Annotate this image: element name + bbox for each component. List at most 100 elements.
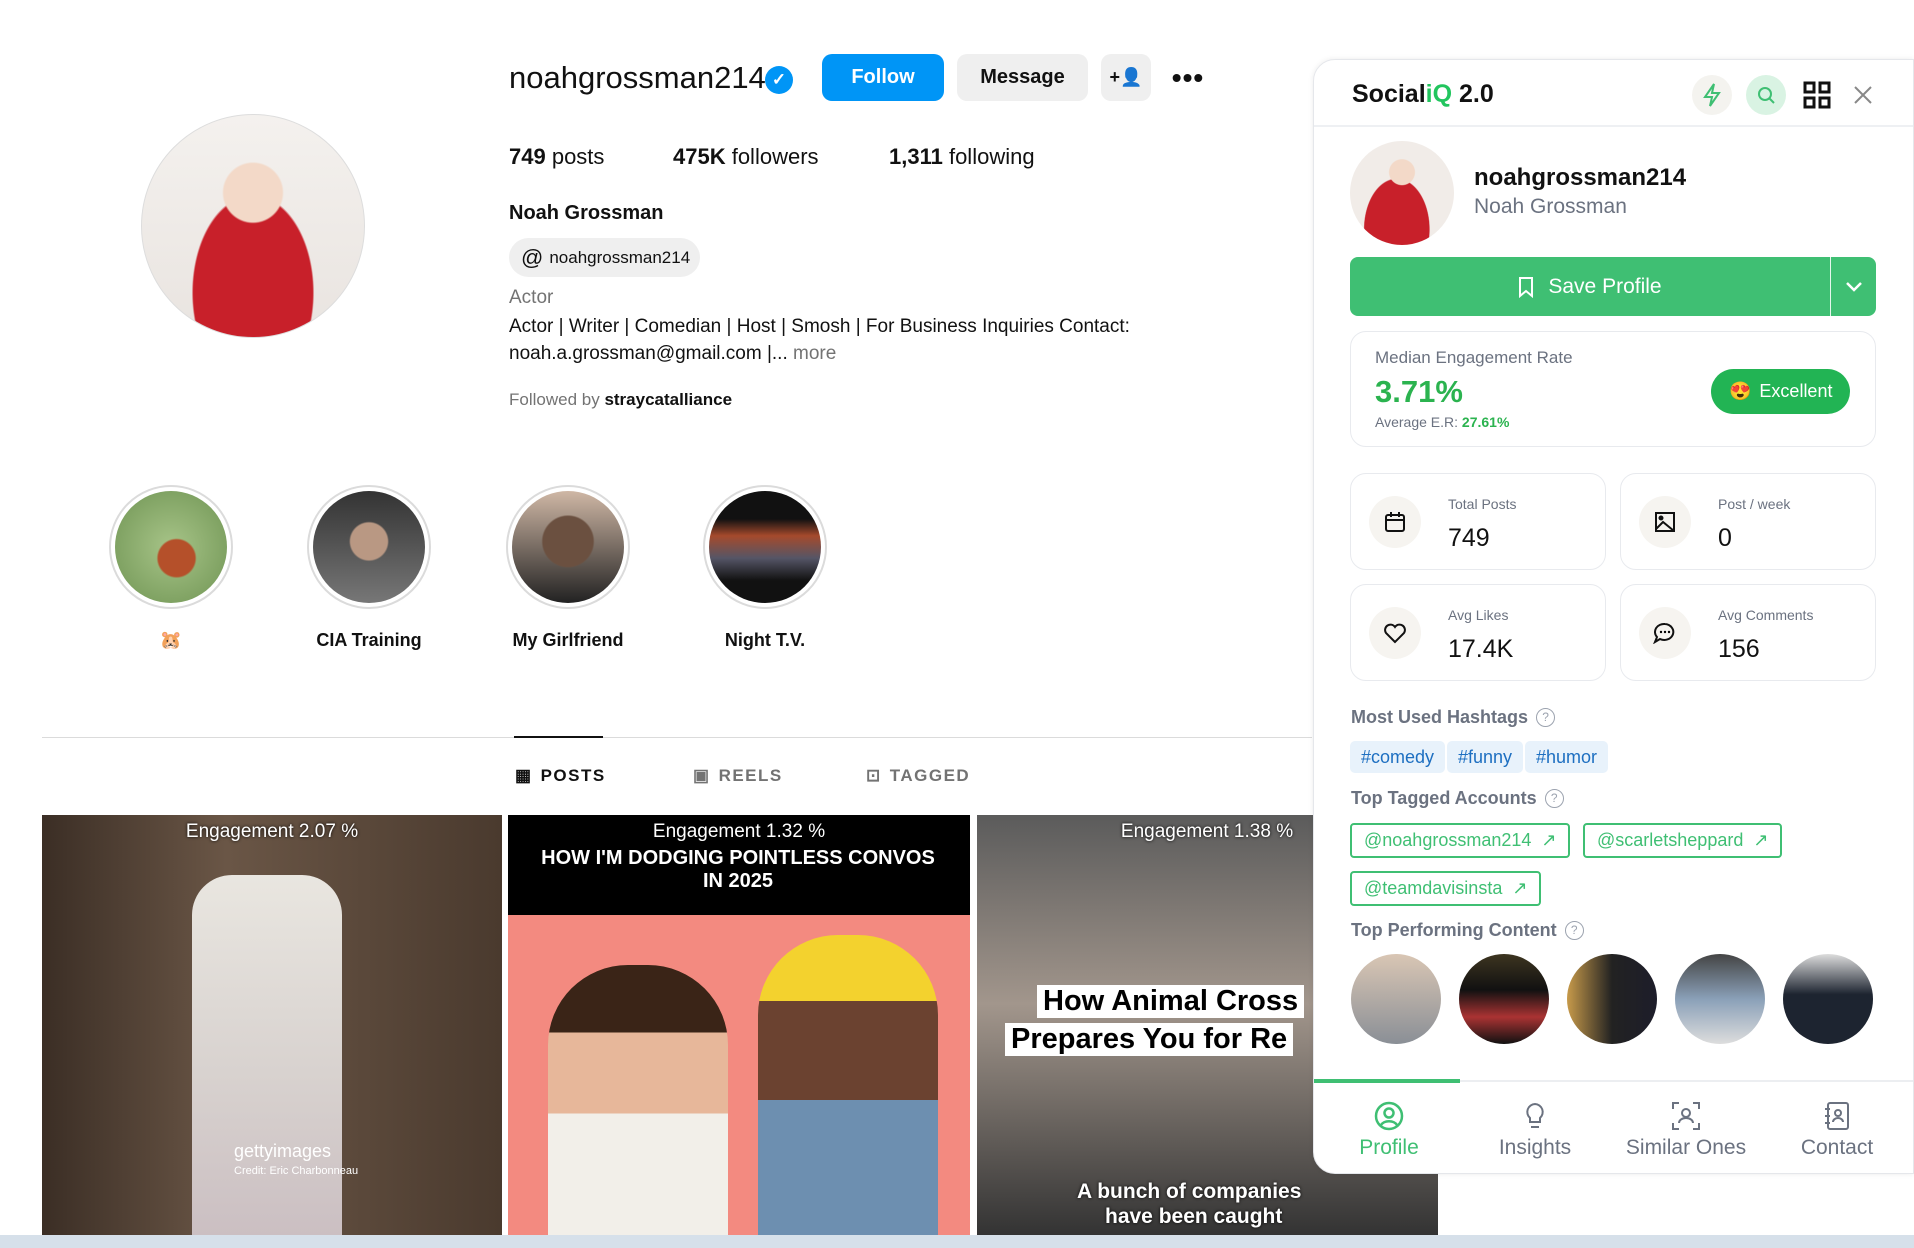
help-icon[interactable]: ? (1536, 708, 1556, 727)
top-content-thumbnail[interactable] (1351, 954, 1441, 1044)
profile-avatar[interactable] (141, 114, 365, 338)
tagged-account-link[interactable]: @noahgrossman214 ↗ (1350, 823, 1571, 858)
highlight-item[interactable] (109, 485, 233, 609)
nav-insights[interactable]: Insights (1460, 1100, 1610, 1160)
photo-credit: Credit: Eric Charbonneau (234, 1165, 359, 1177)
search-button[interactable] (1746, 75, 1786, 115)
follow-button[interactable]: Follow (822, 54, 944, 101)
verified-badge-icon: ✓ (765, 66, 793, 94)
nav-similar-ones[interactable]: Similar Ones (1611, 1100, 1761, 1160)
posts-count: 749 posts (509, 144, 604, 170)
tab-tagged[interactable]: ⊡ TAGGED (866, 766, 970, 786)
tagged-account-link[interactable]: @scarletsheppard ↗ (1583, 823, 1783, 858)
section-title: Top Performing Content (1351, 920, 1557, 940)
followers-link[interactable]: 475K followers (673, 144, 819, 170)
highlight-label: My Girlfriend (512, 630, 624, 650)
highlight-label: Night T.V. (724, 630, 806, 650)
save-profile-label: Save Profile (1548, 274, 1662, 298)
followed-by-user-link[interactable]: straycatalliance (604, 390, 732, 409)
top-content-thumbnail[interactable] (1459, 954, 1549, 1044)
logo-text: Social (1352, 80, 1426, 108)
search-icon (1758, 87, 1775, 104)
bio-email: noah.a.grossman@gmail.com |... (509, 343, 788, 364)
engagement-overlay: Engagement 2.07 % (185, 821, 359, 842)
ellipsis-icon: ••• (1171, 62, 1205, 93)
engagement-card: Median Engagement Rate 3.71% Average E.R… (1350, 331, 1876, 447)
post-thumbnail[interactable]: Engagement 1.32 % HOW I'M DODGING POINTL… (508, 815, 970, 1235)
help-icon[interactable]: ? (1564, 921, 1584, 940)
save-options-dropdown[interactable] (1830, 257, 1876, 316)
followers-number: 475K (673, 144, 726, 169)
profile-icon (1374, 1101, 1404, 1131)
section-title: Most Used Hashtags (1351, 707, 1529, 727)
er-label: Median Engagement Rate (1375, 348, 1573, 367)
post-caption: HOW I'M DODGING POINTLESS CONVOS IN 2025 (541, 847, 935, 892)
panel-avatar (1350, 141, 1454, 245)
er-value: 3.71% (1375, 374, 1463, 409)
profile-category: Actor (509, 287, 554, 308)
star-eyes-emoji-icon: 😍 (1729, 381, 1752, 401)
following-label: following (942, 144, 1035, 169)
rating-badge: 😍 Excellent (1711, 369, 1851, 414)
stat-value: 17.4K (1448, 635, 1514, 663)
chevron-down-icon (1845, 281, 1862, 292)
followed-by-prefix: Followed by (509, 390, 605, 409)
threads-handle: noahgrossman214 (549, 247, 691, 267)
nav-label: Contact (1800, 1136, 1874, 1159)
tab-label: TAGGED (889, 766, 971, 785)
bio-more-link[interactable]: more (788, 343, 836, 364)
nav-profile[interactable]: Profile (1314, 1100, 1464, 1160)
panel-logo: SocialiQ 2.0 (1352, 80, 1494, 109)
close-icon (1854, 86, 1872, 104)
following-number: 1,311 (889, 144, 943, 169)
engagement-overlay: Engagement 1.32 % (652, 821, 826, 842)
stat-card-avg-likes: Avg Likes 17.4K (1350, 584, 1606, 681)
close-button[interactable] (1843, 75, 1883, 115)
post-caption: Prepares You for Re (1005, 1023, 1294, 1056)
avg-er-value: 27.61% (1461, 414, 1510, 430)
following-link[interactable]: 1,311 following (889, 144, 1035, 170)
top-content-thumbnail[interactable] (1783, 954, 1873, 1044)
bolt-icon (1703, 83, 1721, 107)
post-subtitle: have been caught (1105, 1205, 1283, 1228)
highlight-item[interactable] (506, 485, 630, 609)
hashtags-heading: Most Used Hashtags? (1351, 707, 1556, 728)
highlight-label: CIA Training (316, 630, 422, 650)
grid-apps-icon (1803, 81, 1831, 109)
panel-header: SocialiQ 2.0 (1314, 60, 1913, 127)
suggest-user-button[interactable]: +👤 (1101, 54, 1151, 101)
bolt-button[interactable] (1692, 75, 1732, 115)
hashtag-chip[interactable]: #humor (1525, 741, 1609, 773)
followers-label: followers (725, 144, 819, 169)
avg-er-label: Average E.R: (1375, 414, 1462, 430)
tagged-account-link[interactable]: @teamdavisinsta ↗ (1350, 871, 1542, 906)
apps-button[interactable] (1797, 75, 1837, 115)
profile-username: noahgrossman214 (509, 60, 766, 95)
more-options-button[interactable]: ••• (1168, 58, 1208, 98)
hashtag-chip[interactable]: #funny (1447, 741, 1524, 773)
post-subtitle: A bunch of companies (1077, 1180, 1302, 1203)
nav-label: Profile (1359, 1136, 1419, 1159)
nav-active-indicator (1314, 1079, 1460, 1083)
stat-card-total-posts: Total Posts 749 (1350, 473, 1606, 570)
tab-reels[interactable]: ▣ REELS (693, 766, 783, 786)
threads-link[interactable]: @ noahgrossman214 (509, 238, 701, 277)
highlight-item[interactable] (703, 485, 827, 609)
logo-text-accent: iQ (1425, 80, 1453, 108)
section-title: Top Tagged Accounts (1351, 788, 1537, 808)
followed-by: Followed by straycatalliance (509, 390, 732, 410)
highlight-item[interactable] (307, 485, 431, 609)
tagged-icon: ⊡ (866, 766, 882, 785)
hashtag-chip[interactable]: #comedy (1350, 741, 1446, 773)
top-content-thumbnail[interactable] (1675, 954, 1765, 1044)
tab-posts[interactable]: ▦ POSTS (515, 766, 606, 786)
external-link-icon: ↗ (1753, 830, 1769, 850)
message-button[interactable]: Message (957, 54, 1088, 101)
top-content-thumbnail[interactable] (1567, 954, 1657, 1044)
help-icon[interactable]: ? (1544, 789, 1564, 808)
post-thumbnail[interactable]: Engagement 2.07 % gettyimages Credit: Er… (42, 815, 502, 1235)
reels-icon: ▣ (693, 766, 711, 785)
save-profile-button[interactable]: Save Profile (1350, 257, 1830, 316)
nav-contact[interactable]: Contact (1762, 1100, 1912, 1160)
tagged-account-name: @teamdavisinsta (1364, 878, 1503, 898)
